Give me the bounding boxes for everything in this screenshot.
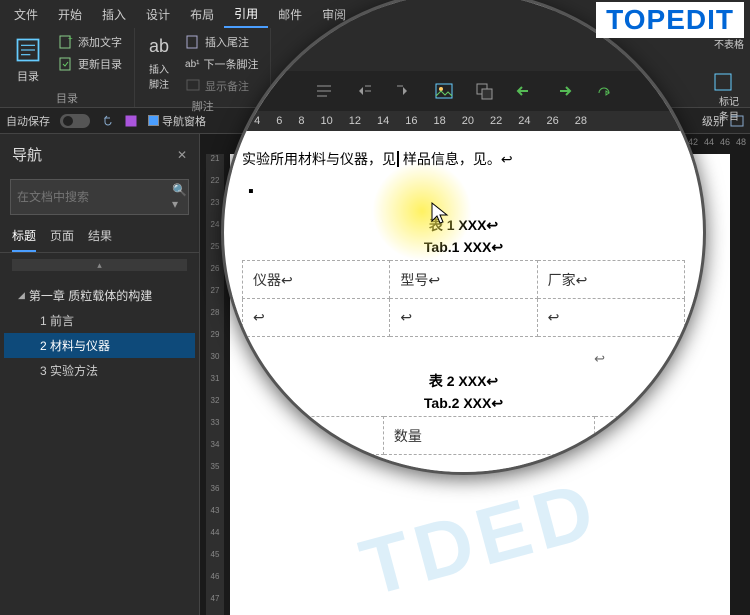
nav-tab-headings[interactable]: 标题 [12,227,36,252]
save-icon[interactable] [124,114,138,128]
menu-layout[interactable]: 布局 [180,2,224,27]
nav-tabs: 标题 页面 结果 [0,219,199,253]
update-toc-button[interactable]: 更新目录 [54,54,126,74]
th-qty[interactable]: 数量 [383,417,594,455]
nav-collapse-bar[interactable]: ▴ [12,259,187,271]
table-cell[interactable]: ↩ [243,417,384,455]
group-footnote-label: 脚注 [192,96,214,114]
group-toc-label: 目录 [56,88,78,106]
menu-home[interactable]: 开始 [48,2,92,27]
th-instrument[interactable]: 仪器↩ [243,261,390,299]
table-cell[interactable]: ↩ [243,299,390,337]
extra-button[interactable]: 不表格 [712,36,746,51]
nav-close-icon[interactable]: ✕ [177,148,187,162]
mark-entry-button[interactable]: 标记 条目 [712,71,746,123]
mag-paragraph: 实验所用材料与仪器，见 样品信息，见。↩ [242,149,685,169]
nav-title: 导航 [12,144,42,165]
toc-button[interactable]: 目录 [8,32,48,88]
nav-item-preface[interactable]: 1 前言 [4,308,195,333]
toc-label: 目录 [17,68,39,84]
overlap-icon[interactable] [473,80,495,102]
arrow-right-icon[interactable] [553,80,575,102]
autosave-label: 自动保存 [6,113,50,129]
mag-table1[interactable]: 仪器↩ 型号↩ 厂家↩ ↩↩↩ [242,260,685,337]
redo-icon[interactable] [593,80,615,102]
table-cell[interactable]: ↩ [390,299,537,337]
align-icon[interactable] [313,80,335,102]
watermark: TDED [351,463,608,614]
table1-caption-en: Tab.1 XXX↩ [242,239,685,256]
th-model[interactable]: 型号↩ [390,261,537,299]
menu-file[interactable]: 文件 [4,2,48,27]
table-cell[interactable]: ↩ [537,299,684,337]
search-icon[interactable]: 🔍 ▾ [172,183,187,211]
table-cell[interactable] [594,417,684,455]
autosave-toggle[interactable] [60,114,90,128]
add-text-button[interactable]: + 添加文字 [54,32,126,52]
magnifier-lens: 246810121416182022242628 实验所用材料与仪器，见 样品信… [221,0,706,475]
mag-document[interactable]: 实验所用材料与仪器，见 样品信息，见。↩ ▪ 表 1 XXX↩ Tab.1 XX… [232,131,695,472]
mag-toolbar [224,71,703,111]
topedit-logo: TOPEDIT [596,2,744,38]
svg-text:+: + [68,34,73,43]
para-mark: ↩ [242,351,685,367]
navpane-checkbox[interactable]: 导航窗格 [148,113,206,129]
th-vendor[interactable]: 厂家↩ [537,261,684,299]
table2-caption-en: Tab.2 XXX↩ [242,395,685,412]
outdent-icon[interactable] [353,80,375,102]
arrow-left-icon[interactable] [513,80,535,102]
nav-tab-pages[interactable]: 页面 [50,227,74,252]
nav-search-input[interactable] [17,190,172,204]
image-icon[interactable] [433,80,455,102]
mag-horizontal-ruler: 246810121416182022242628 [224,111,703,131]
nav-item-materials[interactable]: 2 材料与仪器 [4,333,195,358]
nav-search[interactable]: 🔍 ▾ [10,179,189,215]
navigation-pane: 导航 ✕ 🔍 ▾ 标题 页面 结果 ▴ ◢ 第一章 质粒载体的构建 1 前言 2… [0,134,200,615]
table1-caption-cn: 表 1 XXX↩ [242,215,685,235]
indent-icon[interactable] [393,80,415,102]
insert-footnote-button[interactable]: ab 插入 脚注 [143,32,175,95]
nav-chapter-node[interactable]: ◢ 第一章 质粒载体的构建 [4,283,195,308]
undo-icon[interactable] [100,114,114,128]
ribbon-group-toc: 目录 + 添加文字 更新目录 目录 [0,28,135,107]
nav-tab-results[interactable]: 结果 [88,227,112,252]
mag-table2[interactable]: ↩ 数量 [242,416,685,455]
caret-down-icon: ◢ [18,290,25,301]
table2-caption-cn: 表 2 XXX↩ [242,371,685,391]
menu-design[interactable]: 设计 [136,2,180,27]
menu-insert[interactable]: 插入 [92,2,136,27]
nav-tree: ◢ 第一章 质粒载体的构建 1 前言 2 材料与仪器 3 实验方法 [0,277,199,389]
nav-item-methods[interactable]: 3 实验方法 [4,358,195,383]
bullet-marker: ▪ [248,183,685,201]
